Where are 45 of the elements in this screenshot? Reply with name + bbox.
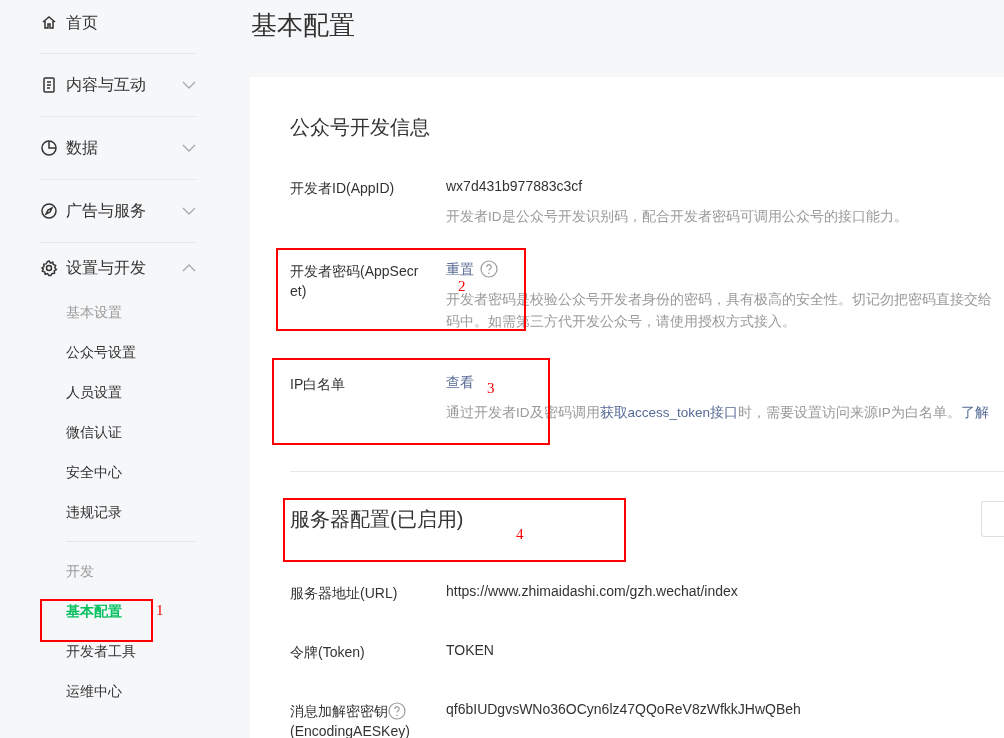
nav-item[interactable]: 设置与开发 bbox=[40, 243, 197, 293]
help-icon[interactable] bbox=[480, 260, 498, 278]
inline-link[interactable]: 了解 bbox=[960, 405, 989, 420]
help-icon[interactable] bbox=[388, 702, 406, 720]
field-value: qf6bIUDgvsWNo36OCyn6lz47QQoReV8zWfkkJHwQBeh bbox=[446, 701, 801, 717]
annotation-number: 1 bbox=[156, 603, 164, 618]
field-value: TOKEN bbox=[446, 642, 494, 658]
nav-subitem[interactable]: 开发者工具 bbox=[66, 632, 136, 672]
field-value: wx7d431b977883c3cf bbox=[446, 178, 583, 194]
field-label: IP白名单 bbox=[290, 376, 346, 392]
section-title: 公众号开发信息 bbox=[290, 115, 430, 140]
description-text: 时，需要设置访问来源IP为白名单。 bbox=[738, 405, 961, 420]
document-icon bbox=[40, 76, 58, 94]
page-title: 基本配置 bbox=[251, 9, 355, 42]
annotation-number: 4 bbox=[516, 527, 524, 542]
field-description: 开发者ID是公众号开发识别码，配合开发者密码可调用公众号的接口能力。 bbox=[446, 208, 909, 226]
action-link[interactable]: 重置 bbox=[446, 261, 474, 277]
nav-group-title: 开发 bbox=[66, 562, 94, 581]
field-value: https://www.zhimaidashi.com/gzh.wechat/index bbox=[446, 583, 738, 599]
nav-subitem[interactable]: 违规记录 bbox=[66, 493, 122, 533]
home-icon bbox=[40, 13, 58, 31]
field-label: 令牌(Token) bbox=[290, 644, 365, 660]
annotation-number: 2 bbox=[458, 279, 466, 294]
field-label: 服务器地址(URL) bbox=[290, 585, 398, 601]
field-label: 开发者密码(AppSecret) bbox=[290, 263, 419, 299]
nav-subitem[interactable]: 人员设置 bbox=[66, 373, 122, 413]
nav-subitem[interactable]: 微信认证 bbox=[66, 413, 122, 453]
nav-item[interactable]: 首页 bbox=[40, 0, 197, 54]
field-label: 消息加解密密钥 bbox=[290, 703, 388, 719]
nav-subitem[interactable]: 安全中心 bbox=[66, 453, 122, 493]
inline-link[interactable]: 获取access_token接口 bbox=[599, 405, 739, 420]
action-link[interactable]: 查看 bbox=[446, 374, 474, 390]
nav-group-title: 基本设置 bbox=[66, 303, 122, 322]
nav-item[interactable]: 数据 bbox=[40, 117, 197, 180]
field-label: 开发者ID(AppID) bbox=[290, 180, 395, 196]
nav-subitem[interactable]: 运维中心 bbox=[66, 672, 122, 712]
pie-chart-icon bbox=[40, 139, 58, 157]
annotation-number: 3 bbox=[487, 381, 495, 396]
section-title: 服务器配置(已启用) bbox=[290, 507, 464, 532]
settings-icon bbox=[40, 259, 58, 277]
field-label: (EncodingAESKey) bbox=[290, 723, 410, 738]
nav-item[interactable]: 广告与服务 bbox=[40, 180, 197, 243]
nav-item[interactable]: 内容与互动 bbox=[40, 54, 197, 117]
nav-subitem[interactable]: 公众号设置 bbox=[66, 333, 136, 373]
compass-icon bbox=[40, 202, 58, 220]
